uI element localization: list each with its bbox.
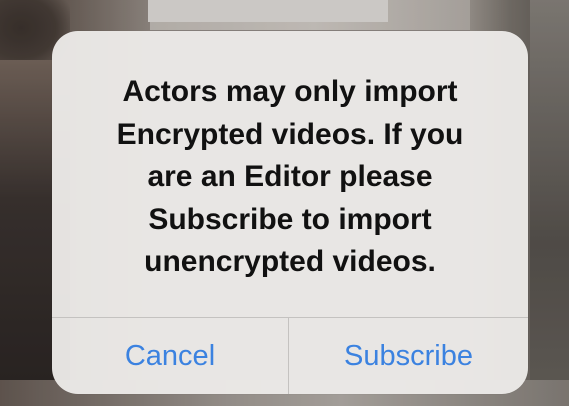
cancel-button[interactable]: Cancel <box>52 318 288 394</box>
alert-dialog: Actors may only import Encrypted videos.… <box>52 31 528 394</box>
subscribe-button[interactable]: Subscribe <box>289 318 528 394</box>
alert-message: Actors may only import Encrypted videos.… <box>116 75 464 278</box>
